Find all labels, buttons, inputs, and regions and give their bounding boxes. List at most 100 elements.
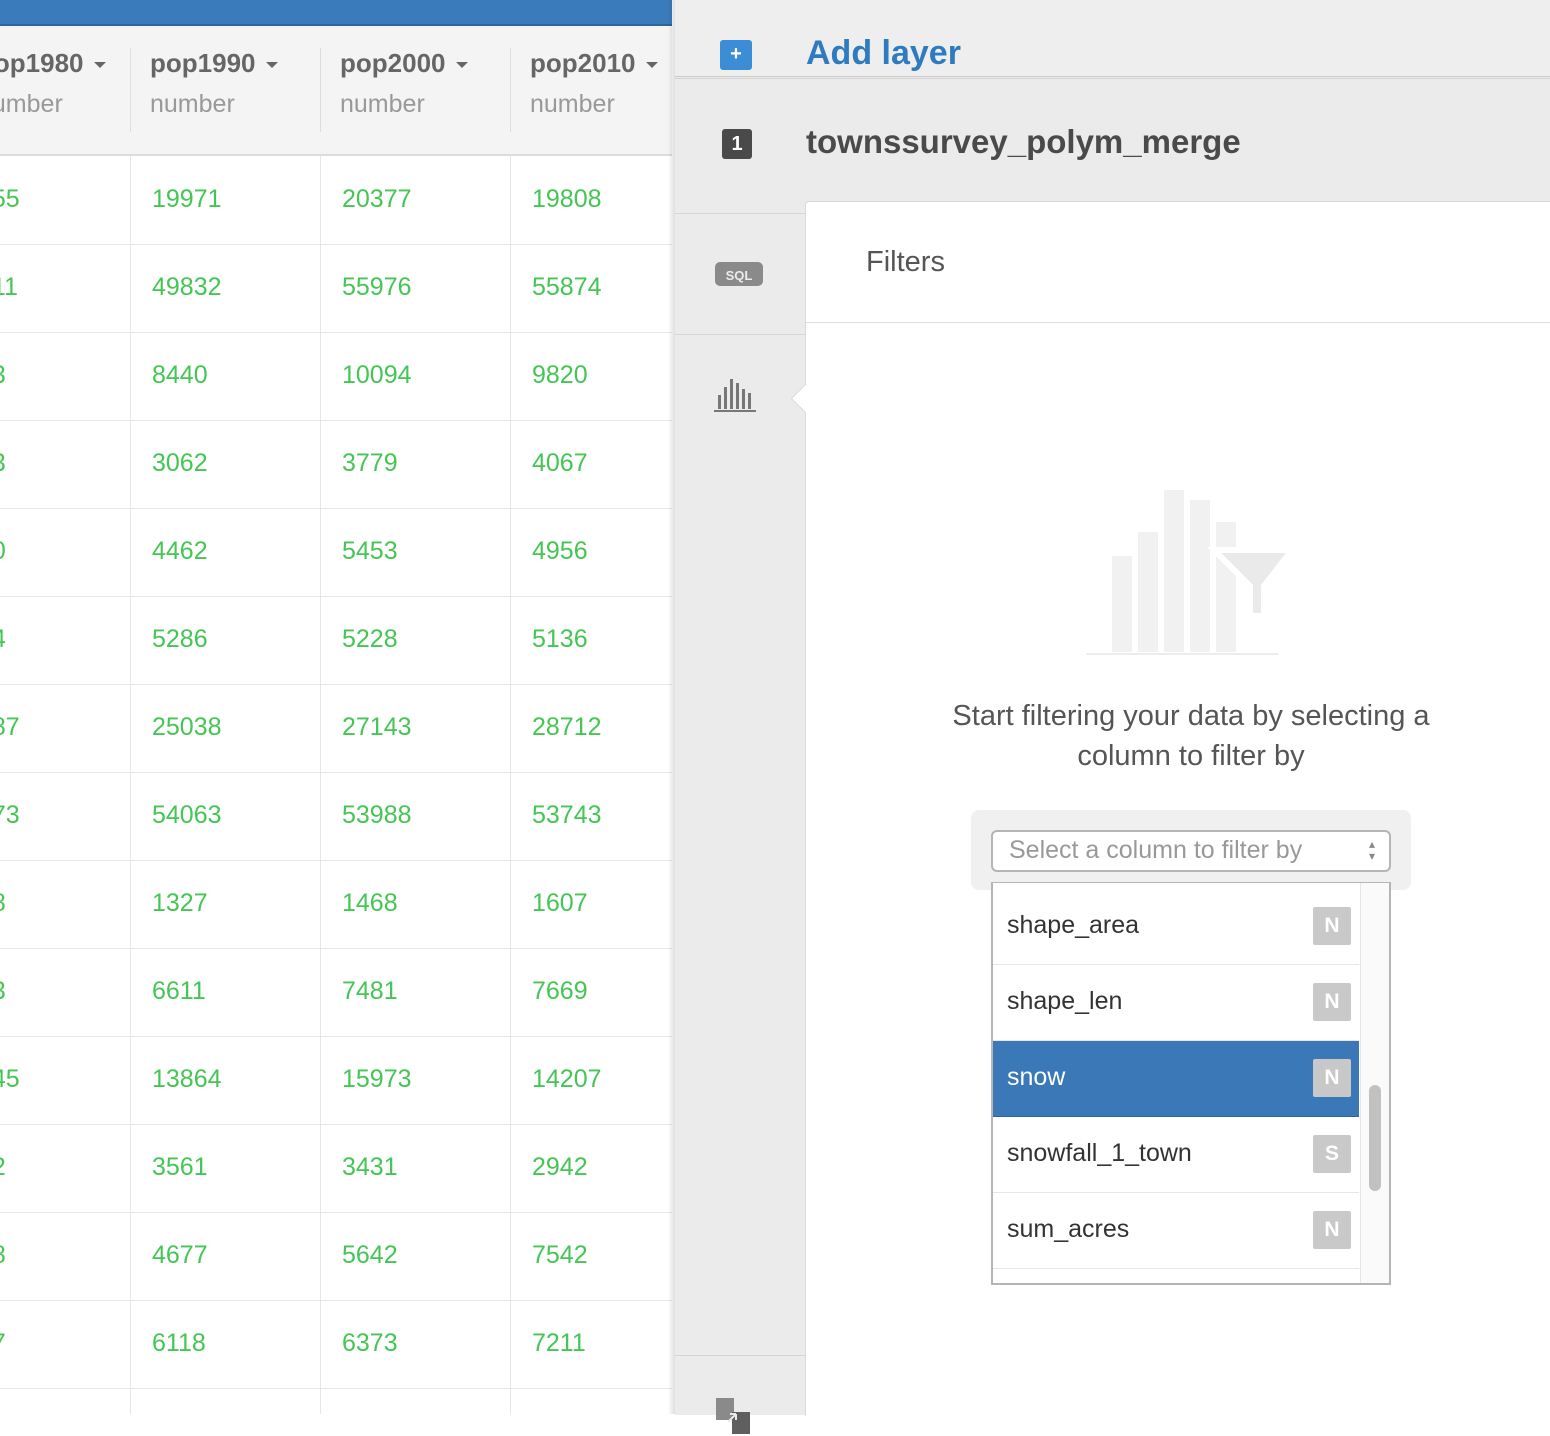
table-cell-pop2010[interactable]: 14207 (532, 1036, 602, 1124)
layer-panel: + Add layer 1 townssurvey_polym_merge SQ… (675, 0, 1550, 1434)
table-cell-pop1980[interactable]: 54 (0, 596, 6, 684)
table-cell-pop2000[interactable]: 53988 (342, 772, 412, 860)
table-row[interactable]: 63 6611 7481 7669 (0, 948, 672, 1037)
table-cell-pop2000[interactable]: 1468 (342, 860, 398, 948)
table-row[interactable]: 411 49832 55976 55874 (0, 244, 672, 333)
table-cell-pop1980[interactable]: 68 (0, 860, 6, 948)
table-cell-pop1990[interactable]: 3062 (152, 420, 208, 508)
table-cell-pop1990[interactable]: 1327 (152, 860, 208, 948)
dropdown-item-label: snow (1007, 1063, 1066, 1091)
caret-down-icon[interactable] (645, 62, 658, 69)
filters-title: Filters (866, 246, 945, 278)
table-cell-pop1990[interactable]: 25038 (152, 684, 222, 772)
column-dropdown-list: shape_area Nshape_len Nsnow Nsnowfall_1_tow… (991, 882, 1391, 1285)
dropdown-item-shape-area[interactable]: shape_area N (993, 889, 1359, 966)
table-cell-pop1990[interactable]: 6118 (152, 1300, 206, 1388)
table-cell-pop1980[interactable]: 787 (0, 684, 20, 772)
dropdown-item-partial[interactable] (993, 1269, 1359, 1283)
table-row[interactable]: 545 13864 15973 14207 (0, 1036, 672, 1125)
dropdown-item-snowfall-1-town[interactable]: snowfall_1_town S (993, 1117, 1359, 1194)
column-type-badge: N (1313, 907, 1351, 945)
table-cell-pop1990[interactable]: 13864 (152, 1036, 222, 1124)
caret-down-icon[interactable] (265, 62, 278, 69)
table-cell-pop2000[interactable]: 7481 (342, 948, 398, 1036)
table-cell-pop2010[interactable]: 4956 (532, 508, 588, 596)
table-cell-pop2000[interactable]: 3779 (342, 420, 398, 508)
table-cell-pop1980[interactable]: 545 (0, 1036, 20, 1124)
table-cell-pop1990[interactable]: 4462 (152, 508, 208, 596)
layer-name[interactable]: townssurvey_polym_merge (806, 123, 1241, 161)
tab-filters[interactable] (675, 334, 805, 455)
table-row[interactable]: 43 8440 10094 9820 (0, 332, 672, 421)
table-cell-pop1980[interactable]: 58 (0, 1212, 6, 1300)
table-row[interactable]: 755 19971 20377 19808 (0, 156, 672, 245)
table-cell-pop1980[interactable]: 43 (0, 332, 6, 420)
table-cell-pop1990[interactable]: 19971 (152, 156, 222, 244)
table-row[interactable]: 68 1327 1468 1607 (0, 860, 672, 949)
table-cell-pop1990[interactable]: 4677 (152, 1212, 208, 1300)
table-row[interactable]: 62 3561 3431 2942 (0, 1124, 672, 1213)
table-cell-pop1990[interactable]: 3561 (152, 1124, 208, 1212)
column-name: pop2010 (530, 48, 636, 78)
table-cell-pop2000[interactable]: 5453 (342, 508, 398, 596)
table-cell-pop1990[interactable]: 5286 (152, 596, 208, 684)
table-cell-pop2010[interactable]: 1607 (532, 860, 588, 948)
dropdown-item-sum-acres[interactable]: sum_acres N (993, 1193, 1359, 1270)
table-cell-pop1980[interactable]: 90 (0, 508, 6, 596)
table-cell-pop1980[interactable]: 411 (0, 244, 18, 332)
table-cell-pop1980[interactable]: 47 (0, 1300, 6, 1388)
dropdown-scrollbar[interactable] (1360, 883, 1389, 1283)
table-cell-pop1990[interactable]: 6611 (152, 948, 206, 1036)
table-row[interactable]: 47 6118 6373 7211 (0, 1300, 672, 1389)
table-cell-pop1980[interactable]: 33 (0, 420, 6, 508)
table-cell-pop2000[interactable]: 5642 (342, 1212, 398, 1300)
table-row[interactable]: 787 25038 27143 28712 (0, 684, 672, 773)
column-select[interactable]: Select a column to filter by ▴ ▾ (991, 830, 1391, 872)
table-cell-pop1980[interactable]: 63 (0, 948, 6, 1036)
table-cell-pop2010[interactable]: 9820 (532, 332, 588, 420)
table-row[interactable]: 90 4462 5453 4956 (0, 508, 672, 597)
table-cell-pop2010[interactable]: 2942 (532, 1124, 588, 1212)
table-cell-pop2010[interactable]: 7669 (532, 948, 588, 1036)
table-cell-pop1990[interactable]: 54063 (152, 772, 222, 860)
table-cell-pop2000[interactable]: 10094 (342, 332, 412, 420)
table-row[interactable]: 58 4677 5642 7542 (0, 1212, 672, 1301)
dropdown-item-snow[interactable]: snow N (993, 1041, 1359, 1118)
table-cell-pop2000[interactable]: 55976 (342, 244, 412, 332)
table-cell-pop2010[interactable]: 4067 (532, 420, 588, 508)
caret-down-icon[interactable] (455, 62, 468, 69)
table-cell-pop2000[interactable]: 15973 (342, 1036, 412, 1124)
add-layer-button[interactable]: Add layer (806, 34, 961, 73)
table-cell-pop2010[interactable]: 7542 (532, 1212, 588, 1300)
dropdown-item-shape-len[interactable]: shape_len N (993, 965, 1359, 1042)
table-cell-pop2010[interactable]: 28712 (532, 684, 602, 772)
plus-icon[interactable]: + (720, 40, 752, 70)
tab-export[interactable] (675, 1356, 805, 1434)
add-layer-bar[interactable]: + Add layer (675, 0, 1550, 77)
table-cell-pop2000[interactable]: 5228 (342, 596, 398, 684)
table-cell-pop1980[interactable]: 755 (0, 156, 20, 244)
table-cell-pop2000[interactable]: 6373 (342, 1300, 398, 1388)
table-cell-pop2000[interactable]: 20377 (342, 156, 412, 244)
tab-sql[interactable]: SQL (675, 213, 805, 334)
dropdown-item-label: shape_len (1007, 987, 1123, 1015)
table-top-bar (0, 0, 672, 26)
table-cell-pop2010[interactable]: 55874 (532, 244, 602, 332)
table-cell-pop2010[interactable]: 5136 (532, 596, 588, 684)
table-cell-pop2010[interactable]: 7211 (532, 1300, 586, 1388)
caret-down-icon[interactable] (93, 62, 106, 69)
table-cell-pop1990[interactable]: 49832 (152, 244, 222, 332)
table-row[interactable]: 33 3062 3779 4067 (0, 420, 672, 509)
table-cell-pop1980[interactable]: 62 (0, 1124, 6, 1212)
table-cell-pop1990[interactable]: 8440 (152, 332, 208, 420)
table-row[interactable]: 54 5286 5228 5136 (0, 596, 672, 685)
table-cell-pop1980[interactable]: 273 (0, 772, 20, 860)
column-name: pop1980 (0, 48, 84, 78)
table-cell-pop2000[interactable]: 27143 (342, 684, 412, 772)
table-row[interactable]: 273 54063 53988 53743 (0, 772, 672, 861)
table-cell-pop2000[interactable]: 3431 (342, 1124, 398, 1212)
scrollbar-thumb[interactable] (1369, 1085, 1381, 1191)
table-cell-pop2010[interactable]: 53743 (532, 772, 602, 860)
layer-side-tabs: SQL (675, 213, 806, 1434)
table-cell-pop2010[interactable]: 19808 (532, 156, 602, 244)
